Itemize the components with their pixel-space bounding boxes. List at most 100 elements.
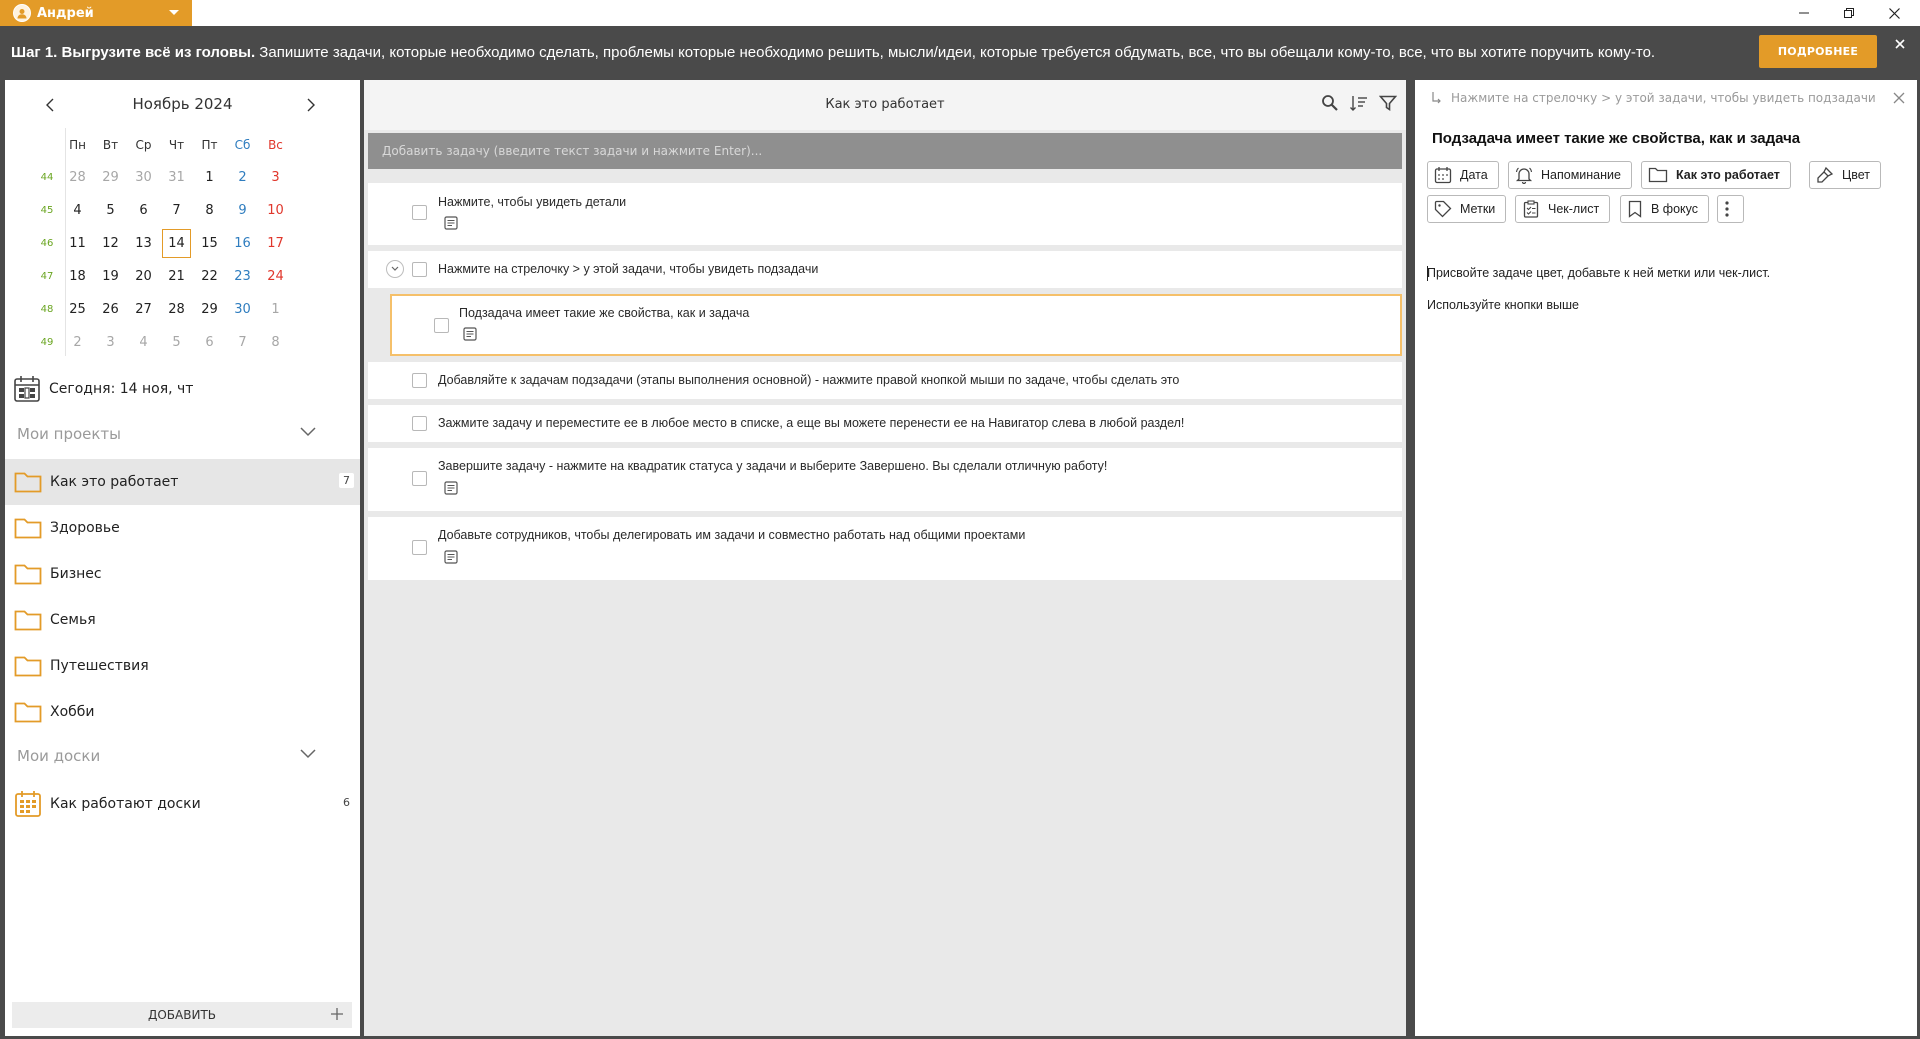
- calendar-day[interactable]: 6: [193, 326, 226, 359]
- close-icon[interactable]: [1893, 92, 1905, 104]
- more-info-button[interactable]: ПОДРОБНЕЕ: [1759, 35, 1877, 68]
- calendar-day[interactable]: 23: [226, 260, 259, 293]
- calendar-day[interactable]: 29: [94, 161, 127, 194]
- calendar-day[interactable]: 30: [127, 161, 160, 194]
- calendar-day[interactable]: 18: [61, 260, 94, 293]
- today-button[interactable]: Сегодня: 14 ноя, чт: [13, 375, 193, 403]
- calendar-day[interactable]: 7: [226, 326, 259, 359]
- tags-button[interactable]: Метки: [1427, 195, 1507, 223]
- project-item-hobby[interactable]: Хобби: [5, 689, 360, 735]
- project-item-how-it-works[interactable]: Как это работает 7: [5, 459, 360, 505]
- calendar-day[interactable]: 24: [259, 260, 292, 293]
- close-window-button[interactable]: [1884, 3, 1904, 23]
- add-task-input[interactable]: Добавить задачу (введите текст задачи и …: [368, 133, 1402, 169]
- calendar-day[interactable]: 7: [160, 194, 193, 227]
- calendar-day[interactable]: 2: [61, 326, 94, 359]
- task-status-checkbox[interactable]: [412, 262, 427, 277]
- calendar-day[interactable]: 29: [193, 293, 226, 326]
- calendar-day[interactable]: 28: [160, 293, 193, 326]
- date-button[interactable]: Дата: [1427, 161, 1499, 189]
- calendar-day-today[interactable]: 14: [160, 227, 193, 260]
- chevron-right-icon[interactable]: [306, 98, 316, 112]
- calendar-icon: [1434, 167, 1452, 184]
- task-status-checkbox[interactable]: [412, 540, 427, 555]
- boards-section-header[interactable]: Мои доски: [17, 747, 317, 765]
- parent-task-breadcrumb[interactable]: Нажмите на стрелочку > у этой задачи, чт…: [1431, 91, 1876, 105]
- calendar-day[interactable]: 5: [160, 326, 193, 359]
- calendar-day[interactable]: 8: [259, 326, 292, 359]
- task-row[interactable]: Добавляйте к задачам подзадачи (этапы вы…: [368, 362, 1402, 399]
- calendar-day[interactable]: 9: [226, 194, 259, 227]
- calendar-day[interactable]: 3: [94, 326, 127, 359]
- folder-icon: [14, 702, 42, 723]
- sort-icon[interactable]: [1350, 94, 1368, 112]
- project-item-business[interactable]: Бизнес: [5, 551, 360, 597]
- calendar-day[interactable]: 3: [259, 161, 292, 194]
- calendar-day[interactable]: 19: [94, 260, 127, 293]
- calendar-day[interactable]: 15: [193, 227, 226, 260]
- filter-icon[interactable]: [1379, 94, 1397, 112]
- calendar-day[interactable]: 20: [127, 260, 160, 293]
- projects-section-header[interactable]: Мои проекты: [17, 425, 317, 443]
- task-row[interactable]: Завершите задачу - нажмите на квадратик …: [368, 448, 1402, 511]
- calendar-day[interactable]: 27: [127, 293, 160, 326]
- calendar-day[interactable]: 26: [94, 293, 127, 326]
- calendar-day[interactable]: 21: [160, 260, 193, 293]
- task-status-checkbox[interactable]: [412, 471, 427, 486]
- calendar-week-row: 47 18 19 20 21 22 23 24: [33, 260, 292, 293]
- calendar-day[interactable]: 2: [226, 161, 259, 194]
- detail-task-title[interactable]: Подзадача имеет такие же свойства, как и…: [1432, 130, 1800, 147]
- search-icon[interactable]: [1321, 94, 1339, 112]
- calendar-day[interactable]: 16: [226, 227, 259, 260]
- calendar-week-row: 45 4 5 6 7 8 9 10: [33, 194, 292, 227]
- task-row[interactable]: Добавьте сотрудников, чтобы делегировать…: [368, 517, 1402, 580]
- today-label: Сегодня: 14 ноя, чт: [49, 381, 194, 397]
- calendar-day[interactable]: 30: [226, 293, 259, 326]
- folder-icon: [1648, 167, 1668, 183]
- subtask-row-selected[interactable]: Подзадача имеет такие же свойства, как и…: [390, 294, 1402, 356]
- more-options-button[interactable]: [1717, 195, 1744, 223]
- calendar-day[interactable]: 10: [259, 194, 292, 227]
- calendar-day[interactable]: 13: [127, 227, 160, 260]
- task-description-line[interactable]: Используйте кнопки выше: [1427, 298, 1579, 312]
- project-item-health[interactable]: Здоровье: [5, 505, 360, 551]
- calendar-day[interactable]: 25: [61, 293, 94, 326]
- board-item-how-boards-work[interactable]: Как работают доски 6: [5, 781, 360, 827]
- calendar-day[interactable]: 4: [61, 194, 94, 227]
- calendar-day[interactable]: 11: [61, 227, 94, 260]
- task-status-checkbox[interactable]: [412, 373, 427, 388]
- project-item-travel[interactable]: Путешествия: [5, 643, 360, 689]
- close-icon[interactable]: [1892, 36, 1908, 52]
- task-status-checkbox[interactable]: [434, 318, 449, 333]
- minimize-button[interactable]: [1794, 3, 1814, 23]
- task-row[interactable]: Нажмите, чтобы увидеть детали: [368, 183, 1402, 245]
- calendar-day[interactable]: 6: [127, 194, 160, 227]
- calendar-day[interactable]: 22: [193, 260, 226, 293]
- color-button[interactable]: Цвет: [1809, 161, 1882, 189]
- project-item-family[interactable]: Семья: [5, 597, 360, 643]
- calendar-day[interactable]: 12: [94, 227, 127, 260]
- add-button[interactable]: ДОБАВИТЬ: [12, 1002, 352, 1028]
- calendar-day[interactable]: 8: [193, 194, 226, 227]
- project-button[interactable]: Как это работает: [1641, 161, 1791, 189]
- calendar-day[interactable]: 1: [193, 161, 226, 194]
- calendar-day[interactable]: 28: [61, 161, 94, 194]
- calendar-day[interactable]: 4: [127, 326, 160, 359]
- task-status-checkbox[interactable]: [412, 205, 427, 220]
- calendar-day[interactable]: 17: [259, 227, 292, 260]
- task-row[interactable]: Зажмите задачу и переместите ее в любое …: [368, 405, 1402, 442]
- restore-button[interactable]: [1839, 3, 1859, 23]
- reminder-button[interactable]: Напоминание: [1508, 161, 1632, 189]
- task-description-line[interactable]: Присвойте задаче цвет, добавьте к ней ме…: [1427, 266, 1770, 280]
- focus-button[interactable]: В фокус: [1620, 195, 1710, 223]
- calendar-day[interactable]: 31: [160, 161, 193, 194]
- expand-subtasks-button[interactable]: [386, 260, 404, 278]
- task-row-parent[interactable]: Нажмите на стрелочку > у этой задачи, чт…: [368, 251, 1402, 288]
- user-avatar: [13, 4, 31, 22]
- task-status-checkbox[interactable]: [412, 416, 427, 431]
- calendar-day[interactable]: 5: [94, 194, 127, 227]
- user-menu-button[interactable]: Андрей: [0, 0, 192, 26]
- folder-icon: [14, 564, 42, 585]
- checklist-button[interactable]: Чек-лист: [1515, 195, 1611, 223]
- calendar-day[interactable]: 1: [259, 293, 292, 326]
